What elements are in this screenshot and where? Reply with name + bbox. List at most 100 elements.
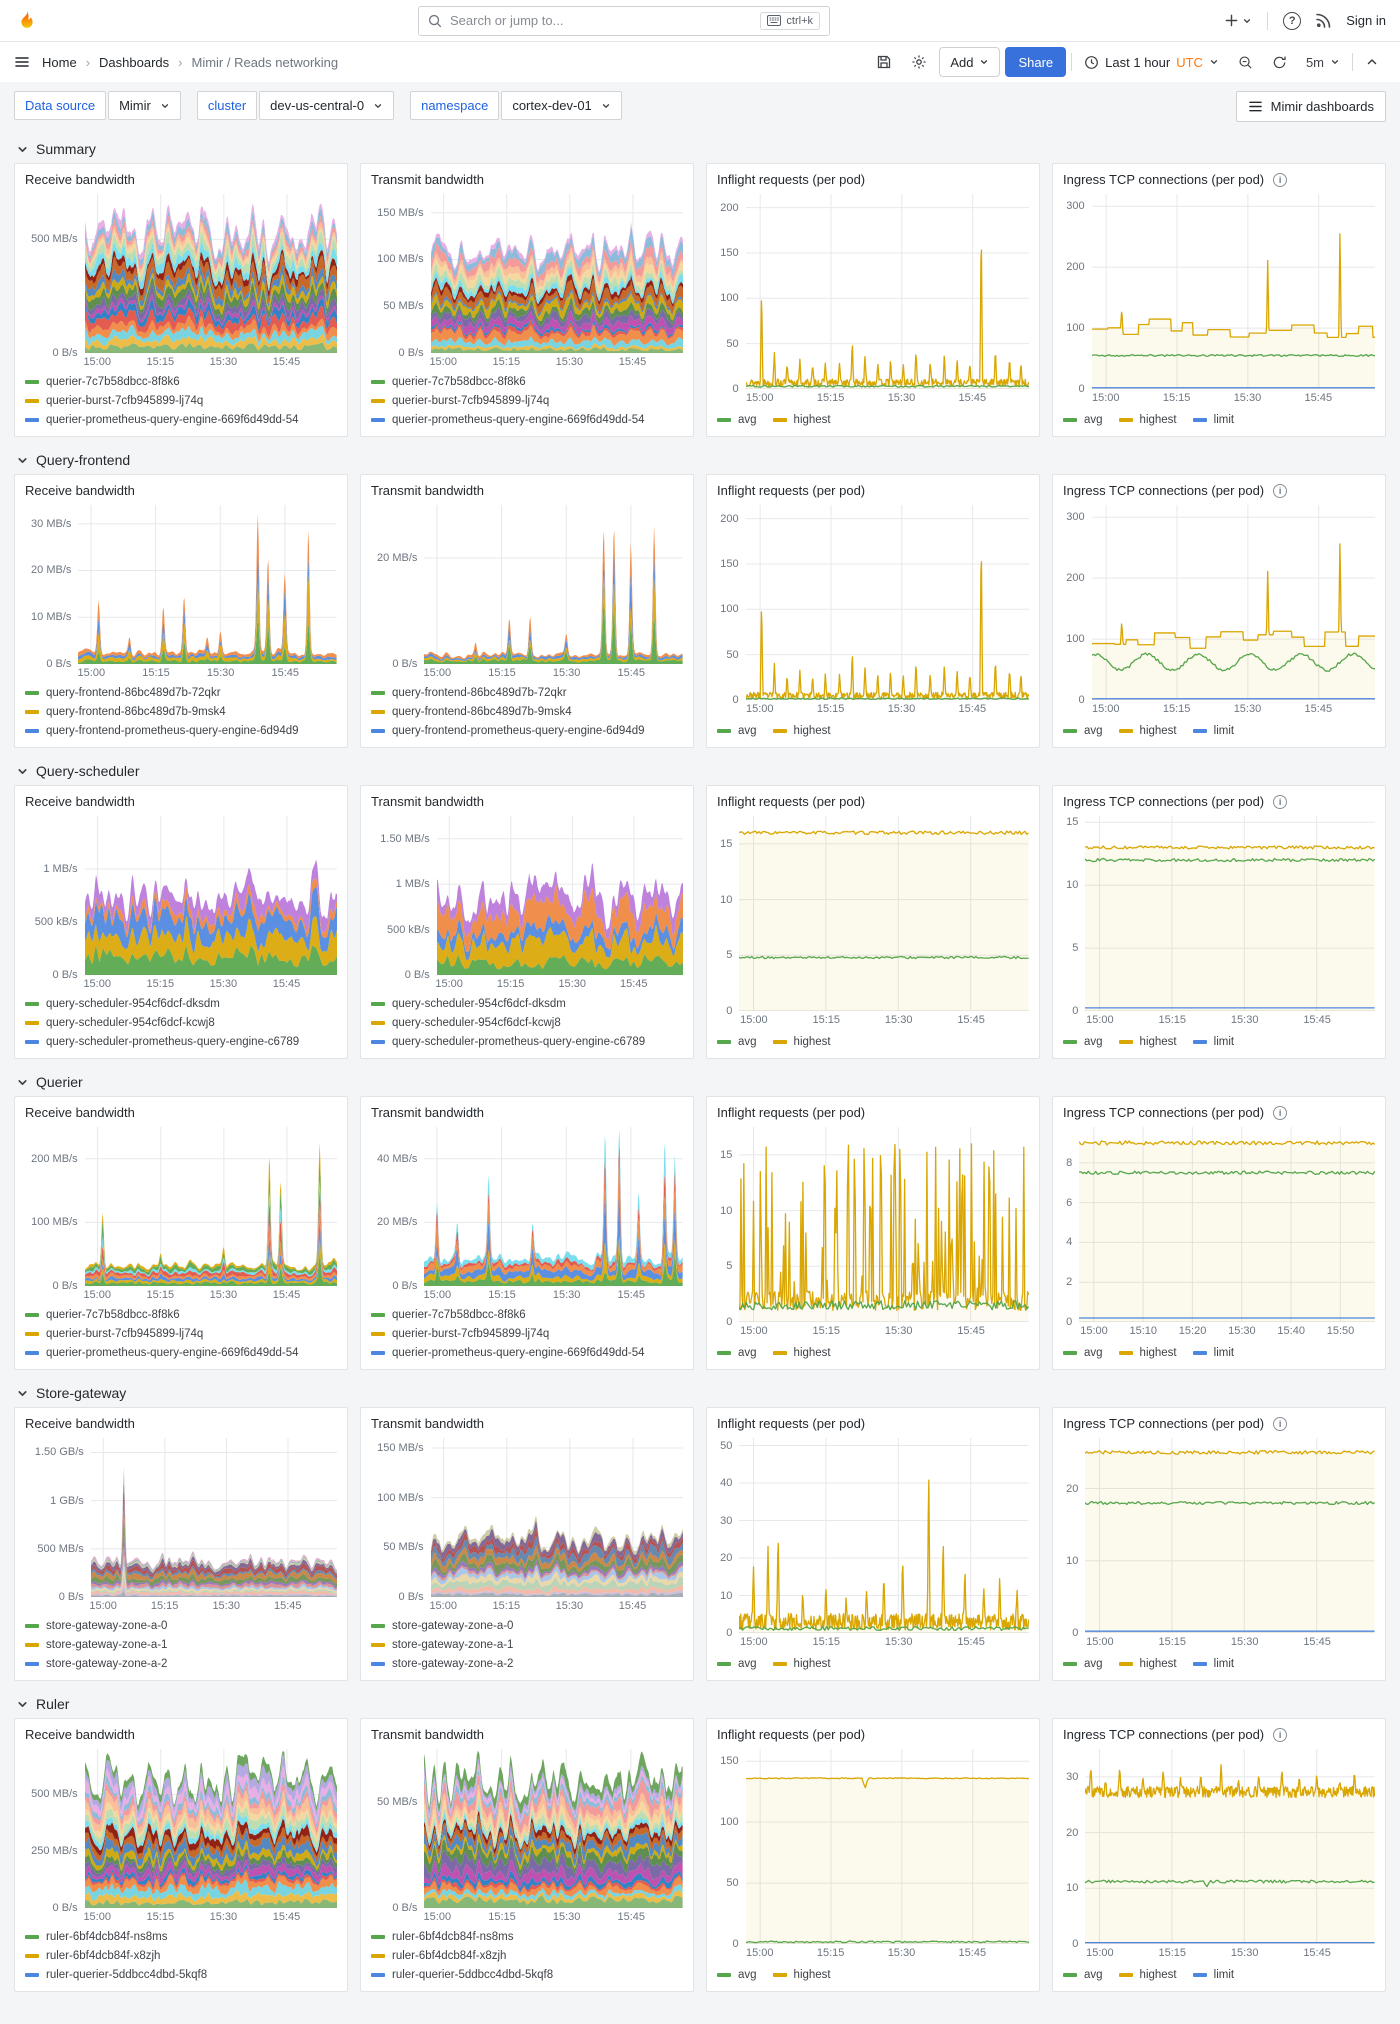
legend-item[interactable]: query-frontend-86bc489d7b-9msk4 (25, 702, 337, 721)
legend-item[interactable]: highest (1118, 721, 1177, 740)
chart-area[interactable] (1091, 194, 1375, 389)
legend-item[interactable]: store-gateway-zone-a-2 (25, 1654, 337, 1673)
legend-item[interactable]: avg (1063, 1654, 1103, 1673)
chart-area[interactable] (1079, 1127, 1375, 1322)
legend-item[interactable]: query-scheduler-prometheus-query-engine-… (371, 1032, 683, 1051)
legend-item[interactable]: avg (717, 721, 757, 740)
legend-item[interactable]: highest (1118, 410, 1177, 429)
legend-item[interactable]: querier-7c7b58dbcc-8f8k6 (371, 372, 683, 391)
panel-title[interactable]: Receive bandwidth (25, 1416, 135, 1431)
legend-item[interactable]: highest (772, 1965, 831, 1984)
legend-item[interactable]: querier-prometheus-query-engine-669f6d49… (371, 1343, 683, 1362)
save-dashboard-button[interactable] (869, 47, 899, 77)
panel-title[interactable]: Inflight requests (per pod) (717, 172, 865, 187)
chart-area[interactable] (84, 1127, 337, 1286)
panel-title[interactable]: Transmit bandwidth (371, 1105, 484, 1120)
legend-item[interactable]: query-frontend-86bc489d7b-72qkr (25, 683, 337, 702)
legend-item[interactable]: querier-prometheus-query-engine-669f6d49… (371, 410, 683, 429)
info-icon[interactable]: i (1273, 172, 1288, 187)
dashboard-settings-button[interactable] (904, 47, 934, 77)
chart-area[interactable] (1091, 505, 1375, 700)
panel-title[interactable]: Receive bandwidth (25, 1727, 135, 1742)
legend-item[interactable]: highest (772, 1032, 831, 1051)
legend-item[interactable]: query-scheduler-954cf6dcf-kcwj8 (371, 1013, 683, 1032)
legend-item[interactable]: avg (1063, 410, 1103, 429)
section-header-ruler[interactable]: Ruler (14, 1689, 1386, 1718)
legend-item[interactable]: query-scheduler-954cf6dcf-kcwj8 (25, 1013, 337, 1032)
legend-item[interactable]: store-gateway-zone-a-2 (371, 1654, 683, 1673)
legend-item[interactable]: querier-burst-7cfb945899-lj74q (371, 1324, 683, 1343)
chart-area[interactable] (745, 1749, 1029, 1944)
panel-title[interactable]: Ingress TCP connections (per pod) (1063, 1105, 1264, 1120)
chart-area[interactable] (1085, 1438, 1375, 1633)
info-icon[interactable]: i (1273, 794, 1288, 809)
chart-area[interactable] (430, 194, 683, 353)
section-header-query-frontend[interactable]: Query-frontend (14, 445, 1386, 474)
legend-item[interactable]: avg (717, 1343, 757, 1362)
panel-title[interactable]: Ingress TCP connections (per pod) (1063, 172, 1264, 187)
legend-item[interactable]: highest (772, 1343, 831, 1362)
legend-item[interactable]: querier-burst-7cfb945899-lj74q (371, 391, 683, 410)
section-header-store-gateway[interactable]: Store-gateway (14, 1378, 1386, 1407)
legend-item[interactable]: query-scheduler-954cf6dcf-dksdm (371, 994, 683, 1013)
legend-item[interactable]: ruler-6bf4dcb84f-x8zjh (25, 1946, 337, 1965)
chart-area[interactable] (745, 505, 1029, 700)
legend-item[interactable]: avg (1063, 1343, 1103, 1362)
legend-item[interactable]: querier-7c7b58dbcc-8f8k6 (25, 1305, 337, 1324)
help-icon[interactable]: ? (1283, 11, 1302, 30)
legend-item[interactable]: query-scheduler-954cf6dcf-dksdm (25, 994, 337, 1013)
panel-title[interactable]: Receive bandwidth (25, 1105, 135, 1120)
panel-title[interactable]: Ingress TCP connections (per pod) (1063, 1727, 1264, 1742)
search-input[interactable]: Search or jump to... ctrl+k (418, 5, 830, 36)
new-menu-button[interactable] (1224, 13, 1252, 28)
legend-item[interactable]: ruler-6bf4dcb84f-ns8ms (25, 1927, 337, 1946)
panel-title[interactable]: Ingress TCP connections (per pod) (1063, 1416, 1264, 1431)
panel-title[interactable]: Transmit bandwidth (371, 172, 484, 187)
chart-area[interactable] (84, 1749, 337, 1908)
info-icon[interactable]: i (1273, 1727, 1288, 1742)
legend-item[interactable]: query-scheduler-prometheus-query-engine-… (25, 1032, 337, 1051)
datasource-select[interactable]: Mimir (108, 91, 181, 120)
chart-area[interactable] (739, 1127, 1029, 1322)
add-panel-button[interactable]: Add (939, 47, 1001, 77)
chart-area[interactable] (1085, 1749, 1375, 1944)
legend-item[interactable]: querier-7c7b58dbcc-8f8k6 (25, 372, 337, 391)
zoom-out-time-button[interactable] (1231, 47, 1260, 77)
chart-area[interactable] (424, 1127, 683, 1286)
legend-item[interactable]: highest (772, 721, 831, 740)
grafana-logo[interactable] (14, 8, 40, 34)
legend-item[interactable]: querier-prometheus-query-engine-669f6d49… (25, 410, 337, 429)
panel-title[interactable]: Receive bandwidth (25, 172, 135, 187)
collapse-toolbar-button[interactable] (1358, 47, 1386, 77)
legend-item[interactable]: ruler-6bf4dcb84f-x8zjh (371, 1946, 683, 1965)
chart-area[interactable] (84, 816, 337, 975)
legend-item[interactable]: limit (1192, 1032, 1234, 1051)
chart-area[interactable] (84, 194, 337, 353)
menu-toggle-icon[interactable] (14, 54, 30, 70)
legend-item[interactable]: query-frontend-86bc489d7b-9msk4 (371, 702, 683, 721)
legend-item[interactable]: avg (717, 1654, 757, 1673)
legend-item[interactable]: limit (1192, 1965, 1234, 1984)
legend-item[interactable]: limit (1192, 1343, 1234, 1362)
chart-area[interactable] (430, 1438, 683, 1597)
panel-title[interactable]: Inflight requests (per pod) (717, 1105, 865, 1120)
panel-title[interactable]: Inflight requests (per pod) (717, 1727, 865, 1742)
panel-title[interactable]: Transmit bandwidth (371, 1727, 484, 1742)
legend-item[interactable]: querier-burst-7cfb945899-lj74q (25, 1324, 337, 1343)
legend-item[interactable]: highest (1118, 1343, 1177, 1362)
chart-area[interactable] (745, 194, 1029, 389)
legend-item[interactable]: avg (1063, 1965, 1103, 1984)
legend-item[interactable]: query-frontend-prometheus-query-engine-6… (371, 721, 683, 740)
time-range-picker[interactable]: Last 1 hour UTC (1077, 47, 1226, 77)
legend-item[interactable]: ruler-querier-5ddbcc4dbd-5kqf8 (25, 1965, 337, 1984)
section-header-summary[interactable]: Summary (14, 134, 1386, 163)
panel-title[interactable]: Inflight requests (per pod) (717, 483, 865, 498)
refresh-button[interactable] (1265, 47, 1294, 77)
legend-item[interactable]: ruler-querier-5ddbcc4dbd-5kqf8 (371, 1965, 683, 1984)
legend-item[interactable]: avg (717, 1032, 757, 1051)
legend-item[interactable]: query-frontend-86bc489d7b-72qkr (371, 683, 683, 702)
chart-area[interactable] (739, 816, 1029, 1011)
section-header-query-scheduler[interactable]: Query-scheduler (14, 756, 1386, 785)
news-icon[interactable] (1316, 13, 1331, 28)
legend-item[interactable]: store-gateway-zone-a-1 (25, 1635, 337, 1654)
